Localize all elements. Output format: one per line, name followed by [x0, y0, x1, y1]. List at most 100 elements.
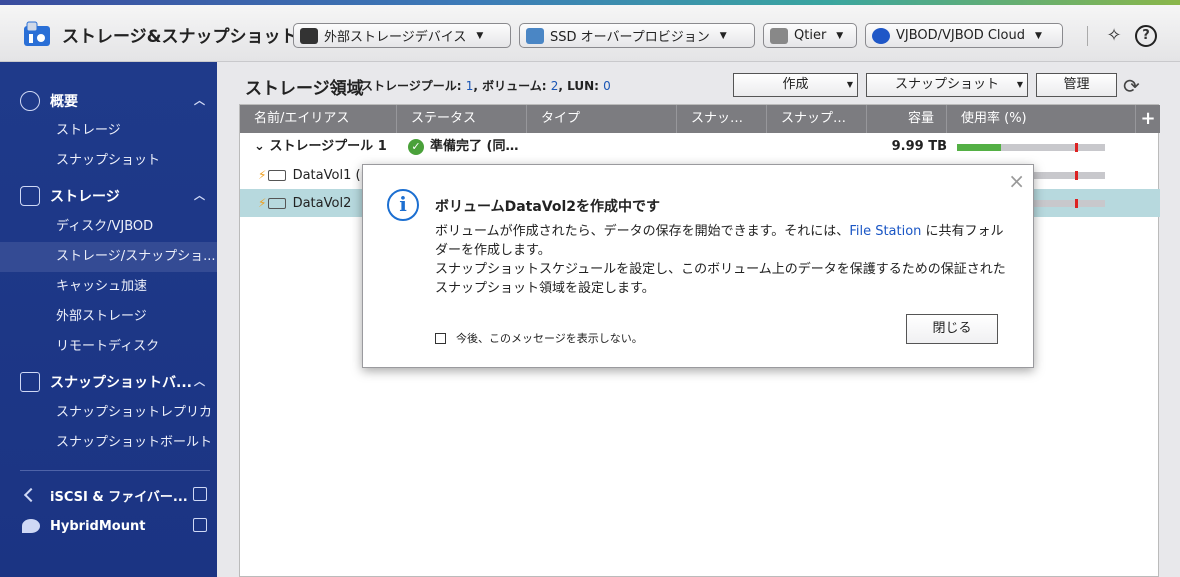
close-icon[interactable]: × [1008, 169, 1025, 193]
sidebar-item-cache-acceleration[interactable]: キャッシュ加速 [0, 272, 217, 302]
chevron-up-icon: ︿ [194, 94, 205, 107]
chevron-down-icon[interactable]: ⌄ [254, 139, 265, 154]
column-header-status[interactable]: ステータス [397, 105, 527, 133]
info-icon: i [387, 189, 419, 221]
external-link-icon [193, 518, 207, 532]
brand-stripe [0, 0, 1180, 5]
dont-show-again-label: 今後、このメッセージを表示しない。 [456, 332, 643, 345]
usage-threshold-marker [1075, 143, 1079, 152]
sidebar: 概要 ︿ ストレージ スナップショット ストレージ ︿ ディスク/VJBOD ス… [0, 62, 217, 577]
row-name-cell: ⚡ DataVol1 (シ [258, 161, 374, 189]
usage-threshold-marker [1075, 199, 1079, 208]
external-storage-device-button[interactable]: 外部ストレージデバイス ▼ [293, 23, 511, 48]
sidebar-link-hybridmount[interactable]: HybridMount [0, 511, 217, 541]
row-status-cell: ✓ 準備完了 (同… [408, 133, 518, 161]
sidebar-item-snapshot-replica[interactable]: スナップショットレプリカ [0, 398, 217, 428]
gauge-icon [20, 91, 40, 111]
sidebar-group-storage[interactable]: ストレージ ︿ [0, 181, 217, 211]
add-column-icon[interactable]: + [1136, 105, 1160, 133]
chevron-down-icon: ▼ [1034, 30, 1042, 41]
qtier-button[interactable]: Qtier ▼ [763, 23, 857, 48]
database-icon [20, 186, 40, 206]
manage-button[interactable]: 管理 [1036, 73, 1117, 97]
sidebar-item-external-storage[interactable]: 外部ストレージ [0, 302, 217, 332]
sidebar-group-overview[interactable]: 概要 ︿ [0, 86, 217, 116]
sidebar-group-snapshot-backup[interactable]: スナップショットバ... ︿ [0, 367, 217, 397]
table-header: 名前/エイリアス ステータス タイプ スナッ… スナップ… 容量 使用率 (%)… [240, 105, 1160, 133]
dont-show-again-checkbox[interactable] [435, 332, 446, 344]
chevron-down-icon: ▼ [719, 30, 727, 41]
sidebar-group-label: 概要 [50, 94, 78, 110]
lightning-icon: ⚡ [258, 196, 267, 210]
sidebar-group-label: スナップショットバ... [50, 375, 192, 391]
raid-icon [300, 27, 318, 44]
refresh-icon[interactable]: ⟳ [1123, 74, 1140, 98]
toolbar-divider [1087, 26, 1088, 46]
snapshot-label: スナップショット [894, 77, 999, 92]
column-header-type[interactable]: タイプ [527, 105, 677, 133]
ssd-overprovision-button[interactable]: SSD オーバープロビジョン ▼ [519, 23, 755, 48]
qtier-label: Qtier [794, 28, 827, 43]
chevron-up-icon: ︿ [194, 189, 205, 202]
sidebar-item-storage-overview[interactable]: ストレージ [0, 116, 217, 146]
sidebar-item-remote-disk[interactable]: リモートディスク [0, 332, 217, 362]
row-name-cell: ⌄ ストレージプール 1 [254, 133, 387, 161]
file-station-link[interactable]: File Station [849, 224, 921, 239]
dont-show-again-option[interactable]: 今後、このメッセージを表示しない。 [435, 330, 643, 346]
external-link-icon [193, 487, 207, 501]
ssd-icon [526, 27, 544, 44]
camera-icon [20, 372, 40, 392]
vjbod-cloud-icon [872, 27, 890, 44]
column-header-name[interactable]: 名前/エイリアス [240, 105, 397, 133]
create-button[interactable]: 作成 ▼ [733, 73, 858, 97]
dialog-title: ボリュームDataVol2を作成中です [435, 199, 661, 215]
row-name: ストレージプール 1 [269, 139, 387, 154]
column-header-capacity[interactable]: 容量 [867, 105, 947, 133]
volume-icon [268, 170, 287, 181]
storage-app-icon [24, 21, 50, 46]
pool-label: ストレージプール: [361, 79, 466, 93]
snapshot-button[interactable]: スナップショット ▼ [866, 73, 1028, 97]
qtier-icon [770, 27, 788, 44]
sidebar-link-label: iSCSI & ファイバー... [50, 489, 188, 505]
message-part-1: ボリュームが作成されたら、データの保存を開始できます。それには、 [435, 224, 850, 239]
lun-label: , LUN: [558, 79, 604, 93]
hybridmount-icon [22, 519, 40, 533]
column-header-snapshot[interactable]: スナッ… [677, 105, 767, 133]
sidebar-link-iscsi[interactable]: iSCSI & ファイバー... [0, 480, 217, 510]
row-capacity: 9.99 TB [891, 139, 947, 154]
help-icon[interactable]: ? [1135, 25, 1157, 47]
vjbod-label: VJBOD/VJBOD Cloud [896, 28, 1025, 43]
sidebar-item-storage-snapshot[interactable]: ストレージ/スナップショ... [0, 242, 217, 272]
message-part-3: スナップショットスケジュールを設定し、このボリューム上のデータを保護するための保… [435, 262, 1006, 296]
check-icon: ✓ [408, 138, 424, 155]
external-storage-device-label: 外部ストレージデバイス [324, 30, 467, 45]
storage-summary: ストレージプール: 1, ボリューム: 2, LUN: 0 [361, 77, 611, 94]
usage-bar [957, 143, 1105, 152]
row-name: DataVol2 [292, 196, 352, 211]
sidebar-item-disk-vjbod[interactable]: ディスク/VJBOD [0, 212, 217, 242]
chevron-up-icon: ︿ [194, 375, 205, 388]
sidebar-group-label: ストレージ [50, 189, 120, 205]
volume-creating-dialog: × i ボリュームDataVol2を作成中です ボリュームが作成されたら、データ… [362, 164, 1034, 368]
volume-label: , ボリューム: [473, 79, 551, 93]
column-header-usage[interactable]: 使用率 (%) [947, 105, 1136, 133]
sidebar-item-snapshot-overview[interactable]: スナップショット [0, 146, 217, 176]
lightning-icon: ⚡ [258, 168, 267, 182]
chevron-down-icon: ▼ [476, 30, 484, 41]
usage-threshold-marker [1075, 171, 1079, 180]
column-header-snapshot-2[interactable]: スナップ… [767, 105, 867, 133]
sidebar-link-label: HybridMount [50, 518, 146, 534]
close-button[interactable]: 閉じる [906, 314, 998, 344]
app-title: ストレージ&スナップショット [62, 27, 298, 47]
vjbod-button[interactable]: VJBOD/VJBOD Cloud ▼ [865, 23, 1063, 48]
magic-wand-icon[interactable]: ✧ [1103, 25, 1125, 47]
chevron-down-icon: ▼ [1016, 80, 1023, 89]
chevron-down-icon: ▼ [846, 80, 853, 89]
row-name-cell: ⚡ DataVol2 [258, 189, 351, 217]
sidebar-item-snapshot-vault[interactable]: スナップショットボールト [0, 428, 217, 458]
manage-label: 管理 [1063, 77, 1090, 92]
lun-count: 0 [603, 79, 611, 93]
table-row[interactable]: ⌄ ストレージプール 1 ✓ 準備完了 (同… 9.99 TB [240, 133, 1160, 161]
sidebar-divider [20, 470, 210, 471]
